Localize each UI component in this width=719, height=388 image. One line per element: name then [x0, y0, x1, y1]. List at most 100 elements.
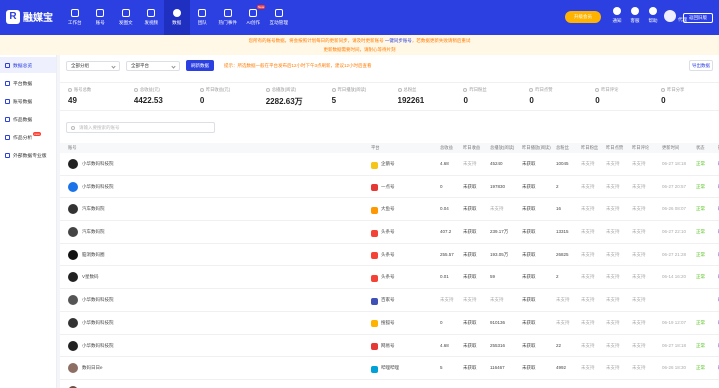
platform-select[interactable]: 全部平台 — [126, 60, 180, 71]
team-icon — [198, 9, 207, 17]
stat-label: 总粉丝 — [397, 87, 456, 93]
search-icon — [71, 125, 75, 130]
sidebar-item-1[interactable]: 平台数据 — [0, 75, 56, 91]
cell-y_fans: 未支持 — [581, 274, 595, 280]
nav-label: 发图文 — [118, 20, 133, 25]
refresh-data-button[interactable]: 刷新数据 — [186, 60, 214, 71]
stat-value: 0 — [199, 96, 205, 105]
sidebar: 数据总览平台数据账号数据作品数据作品分析 new 外部数据专业版 — [0, 55, 57, 388]
sidebar-item-3[interactable]: 作品数据 — [0, 111, 56, 127]
platform-icon — [371, 320, 378, 328]
stats-row: 账号总数 49 总收益(元) 4422.53 昨日收益(元) 0 总播放(阅读) 2282.6… — [60, 82, 719, 111]
cell-updated: 06-27 18:18 — [662, 161, 687, 166]
sidebar-item-label: 账号数据 — [13, 99, 33, 105]
table-row: 数码日日e 哔哩哔哩 5 未获取 116467 未获取 4992 未支持 未支持 未支持 06-26… — [60, 357, 719, 380]
platform-name: 头条号 — [381, 274, 395, 280]
account-name: 脑洞数码圈 — [82, 251, 105, 257]
search-input[interactable]: 请输入要搜索的账号 — [66, 122, 215, 133]
nav-item-5[interactable]: 团队 — [190, 0, 216, 35]
nav-item-1[interactable]: 账号 — [88, 0, 114, 35]
nav-item-2[interactable]: 发图文 — [113, 0, 139, 35]
nav-label: 热门事件 — [218, 20, 237, 25]
table-row: V7V7 知乎 未支持 未支持 未支持 未获取 未支持 未支持 未支持 未支持 06-14 16:2… — [60, 380, 719, 388]
stat-value: 2282.63万 — [265, 97, 303, 106]
cell-updated: 06-27 22:10 — [662, 229, 687, 235]
cell-y_fans: 未支持 — [581, 251, 595, 257]
help-label: 帮助 — [648, 18, 658, 23]
menu-item-icon — [5, 62, 10, 68]
cell-status: 正常 — [696, 365, 705, 371]
cell-y_comments: 未支持 — [632, 380, 646, 388]
avatar — [68, 181, 78, 192]
filter-bar: 全部分组 全部平台 刷新数据 提示：所选数据一般在平台发布后12小时下午3点刷新… — [66, 60, 372, 71]
cell-status: 正常 — [696, 183, 705, 189]
sidebar-item-2[interactable]: 账号数据 — [0, 93, 56, 109]
platform-icon — [371, 274, 378, 282]
nav-item-7[interactable]: AI创作 New — [241, 0, 267, 35]
stat-card: 昨日评论 0 — [587, 83, 653, 110]
nav-item-8[interactable]: 互动管理 — [266, 0, 292, 35]
cell-y_fans: 未支持 — [581, 365, 595, 371]
sidebar-item-0[interactable]: 数据总览 — [0, 57, 56, 73]
main-panel: 全部分组 全部平台 刷新数据 提示：所选数据一般在平台发布后12小时下午3点刷新… — [60, 55, 719, 388]
avatar — [68, 363, 78, 374]
sidebar-item-5[interactable]: 外部数据专业版 — [0, 147, 56, 163]
help-button[interactable]: 帮助 — [646, 7, 660, 24]
column-header: 昨日点赞 — [606, 145, 624, 150]
stat-card: 总收益(元) 4422.53 — [126, 83, 192, 110]
stat-label-text: 昨日评论 — [601, 87, 619, 92]
nav-item-0[interactable]: 工作台 — [62, 0, 88, 35]
info-icon — [68, 88, 72, 92]
nav-item-6[interactable]: 热门事件 — [215, 0, 241, 35]
account-name: V星数码 — [82, 274, 99, 280]
logo-text: 融媒宝 — [23, 13, 53, 24]
ai-icon — [249, 9, 258, 17]
cell-updated: 06-26 18:30 — [662, 365, 687, 371]
upgrade-button[interactable]: 升级会员 — [565, 11, 601, 23]
cell-y_comments: 未支持 — [632, 319, 646, 325]
cell-revenue: 5 — [440, 365, 443, 371]
stat-label: 昨日收益(元) — [199, 87, 258, 93]
cell-y_revenue: 未支持 — [463, 380, 477, 388]
sidebar-item-4[interactable]: 作品分析 new — [0, 129, 56, 145]
avatar — [68, 204, 78, 215]
platform-icon — [371, 161, 378, 169]
cell-updated: 06-27 18:18 — [662, 342, 687, 348]
stat-label-text: 昨日收益(元) — [205, 87, 231, 92]
cell-fans: 26825 — [556, 251, 569, 257]
group-select[interactable]: 全部分组 — [66, 60, 120, 71]
cell-updated: 06-19 12:07 — [662, 319, 687, 325]
logo[interactable]: R 融媒宝 — [6, 9, 53, 24]
cell-revenue: 未支持 — [440, 297, 454, 303]
stat-label: 账号总数 — [68, 87, 126, 93]
avatar — [68, 317, 78, 328]
table-row: V星数码 头条号 0.01 未获取 59 未获取 2 未支持 未支持 未支持 06-14 16:20… — [60, 266, 719, 290]
stat-card: 昨日播放(阅读) 5 — [324, 83, 390, 110]
back-to-old-button[interactable]: 返回旧版 — [683, 13, 713, 23]
account-name: 数码日日e — [82, 365, 103, 371]
cell-y_revenue: 未获取 — [463, 206, 477, 212]
account-name: 小华数码科技院 — [82, 342, 114, 348]
account-name: 小华数码科技院 — [82, 183, 114, 189]
sync-accounts-link[interactable]: 一键同步账号 — [385, 38, 412, 43]
info-icon — [331, 88, 336, 92]
service-button[interactable]: 客服 — [628, 7, 642, 24]
cell-y_fans: 未支持 — [581, 297, 595, 303]
table-row: 汽车数码院 大鱼号 0.04 未获取 未支持 未获取 16 未支持 未支持 未支持 06-26 08… — [60, 198, 719, 222]
cell-y_fans: 未支持 — [581, 161, 595, 166]
cell-y_comments: 未支持 — [632, 342, 646, 348]
export-button[interactable]: 导出数据 — [689, 60, 713, 71]
column-header: 昨日收益 — [463, 145, 481, 150]
stat-label-text: 总收益(元) — [139, 87, 160, 92]
avatar[interactable] — [664, 10, 676, 22]
table-row: 小华数码科技院百家号未支持未支持未支持未获取未支持未支持未支持未支持刷新数据 — [60, 289, 719, 312]
table-row: 小华数码科技院 网易号 4.68 未获取 255316 未获取 22 未支持 未支持 未支持 06-… — [60, 335, 719, 358]
cell-status: 正常 — [696, 319, 705, 325]
nav-item-3[interactable]: 发视频 — [139, 0, 165, 35]
column-header: 更新时间 — [662, 145, 680, 150]
stat-card: 昨日分享 0 — [653, 83, 719, 110]
table-row: 脑洞数码圈 头条号 255.57 未获取 193.05万 未获取 26825 未支持 未支持 未支… — [60, 244, 719, 267]
notification-button[interactable]: 通知 — [610, 7, 624, 24]
nav-item-4[interactable]: 数据 — [164, 0, 190, 35]
cell-plays: 未支持 — [490, 380, 504, 388]
